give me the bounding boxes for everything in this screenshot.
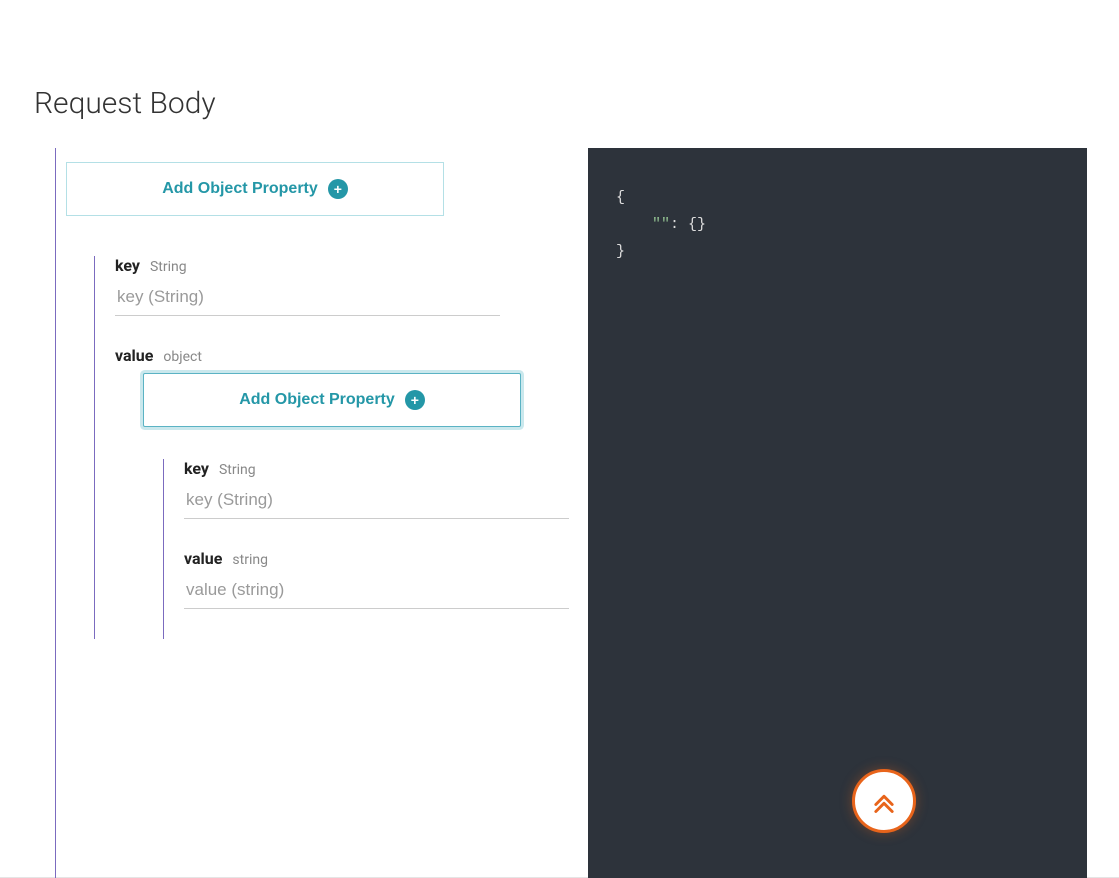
value-field-type: object	[163, 349, 202, 365]
plus-circle-icon: +	[328, 179, 348, 199]
code-after-key: : {}	[670, 216, 706, 233]
key-field-block: key String	[115, 256, 560, 316]
nested-key-field-block: key String	[184, 459, 560, 519]
plus-circle-icon: +	[405, 390, 425, 410]
scroll-to-top-button[interactable]	[852, 769, 916, 833]
schema-builder-panel: Add Object Property + key String value o…	[55, 148, 560, 878]
key-field-type: String	[150, 259, 187, 275]
property-block: key String value object Add Object Prope…	[94, 256, 560, 639]
value-field-block: value object Add Object Property + key S…	[115, 346, 560, 639]
nested-property-block: key String value string	[163, 459, 560, 639]
nested-key-field-label: key	[184, 459, 209, 478]
key-field-label: key	[115, 256, 140, 275]
chevron-double-up-icon	[870, 787, 898, 815]
add-object-property-button[interactable]: Add Object Property +	[66, 162, 444, 216]
key-input[interactable]	[115, 281, 500, 316]
nested-value-input[interactable]	[184, 574, 569, 609]
nested-value-field-type: string	[232, 552, 268, 568]
add-nested-object-property-label: Add Object Property	[239, 391, 395, 409]
value-field-label: value	[115, 346, 153, 365]
nested-value-field-block: value string	[184, 549, 560, 609]
nested-key-input[interactable]	[184, 484, 569, 519]
code-line-close-brace: }	[616, 243, 625, 260]
json-preview-panel: { "": {} }	[588, 148, 1087, 878]
add-object-property-label: Add Object Property	[162, 180, 318, 198]
add-nested-object-property-button[interactable]: Add Object Property +	[143, 373, 521, 427]
code-line-open-brace: {	[616, 189, 625, 206]
page-title: Request Body	[34, 86, 216, 121]
code-key: ""	[652, 216, 670, 233]
nested-key-field-type: String	[219, 462, 256, 478]
nested-value-field-label: value	[184, 549, 222, 568]
